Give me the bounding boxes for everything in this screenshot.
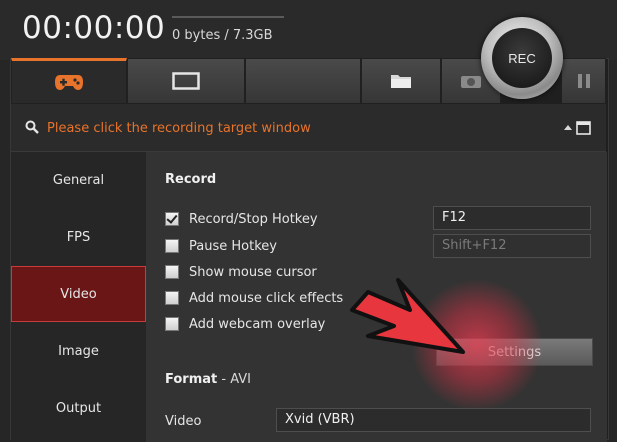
record-section-title: Record <box>165 172 217 187</box>
sidebar-item-output[interactable]: Output <box>11 380 146 436</box>
option-webcam-overlay[interactable]: Add webcam overlay <box>165 314 325 334</box>
mouse-click-effects-checkbox[interactable] <box>165 291 179 305</box>
format-title: Format <box>165 372 218 387</box>
sidebar-item-fps[interactable]: FPS <box>11 209 146 265</box>
option-label: Pause Hotkey <box>189 238 277 254</box>
option-show-mouse-cursor[interactable]: Show mouse cursor <box>165 262 317 282</box>
record-stop-hotkey-checkbox[interactable] <box>165 212 179 226</box>
folder-icon <box>391 75 411 88</box>
pause-hotkey-field[interactable]: Shift+F12 <box>433 234 591 258</box>
settings-sidebar: General FPS Video Image Output <box>11 152 146 442</box>
window-mode-icon[interactable] <box>562 121 592 135</box>
pause-icon <box>577 74 590 88</box>
sidebar-item-video[interactable]: Video <box>11 266 146 322</box>
option-label: Record/Stop Hotkey <box>189 211 318 227</box>
tab-screen-mode[interactable] <box>127 58 245 104</box>
storage-meter <box>172 16 284 18</box>
option-record-stop-hotkey[interactable]: Record/Stop Hotkey <box>165 209 318 229</box>
option-label: Show mouse cursor <box>189 264 317 280</box>
format-section-title: Format - AVI <box>165 372 251 387</box>
video-codec-label: Video <box>165 414 202 429</box>
pause-hotkey-checkbox[interactable] <box>165 239 179 253</box>
format-title-separator: - <box>217 372 231 387</box>
camera-icon <box>461 76 481 88</box>
sidebar-item-general[interactable]: General <box>11 152 146 208</box>
video-codec-select[interactable]: Xvid (VBR) <box>276 408 591 432</box>
show-mouse-cursor-checkbox[interactable] <box>165 265 179 279</box>
tab-folder[interactable] <box>361 58 441 104</box>
format-container: AVI <box>230 372 251 387</box>
screen-icon <box>172 72 200 90</box>
option-mouse-click-effects[interactable]: Add mouse click effects <box>165 288 343 308</box>
tab-game-mode[interactable] <box>11 58 127 104</box>
target-window-bar[interactable]: Please click the recording target window <box>11 104 606 152</box>
target-window-prompt: Please click the recording target window <box>47 121 311 136</box>
option-label: Add mouse click effects <box>189 290 344 306</box>
recording-timer: 00:00:00 <box>22 10 166 46</box>
webcam-settings-button[interactable]: Settings <box>436 338 593 366</box>
webcam-overlay-checkbox[interactable] <box>165 317 179 331</box>
option-pause-hotkey[interactable]: Pause Hotkey <box>165 236 277 256</box>
gamepad-icon <box>55 75 83 90</box>
storage-usage: 0 bytes / 7.3GB <box>172 28 273 43</box>
tab-empty[interactable] <box>245 58 361 104</box>
record-hotkey-field[interactable]: F12 <box>433 206 591 230</box>
tab-pause[interactable] <box>561 58 606 104</box>
rec-button[interactable]: REC <box>492 28 552 88</box>
sidebar-item-image[interactable]: Image <box>11 323 146 379</box>
search-icon <box>25 120 39 134</box>
option-label: Add webcam overlay <box>189 316 326 332</box>
